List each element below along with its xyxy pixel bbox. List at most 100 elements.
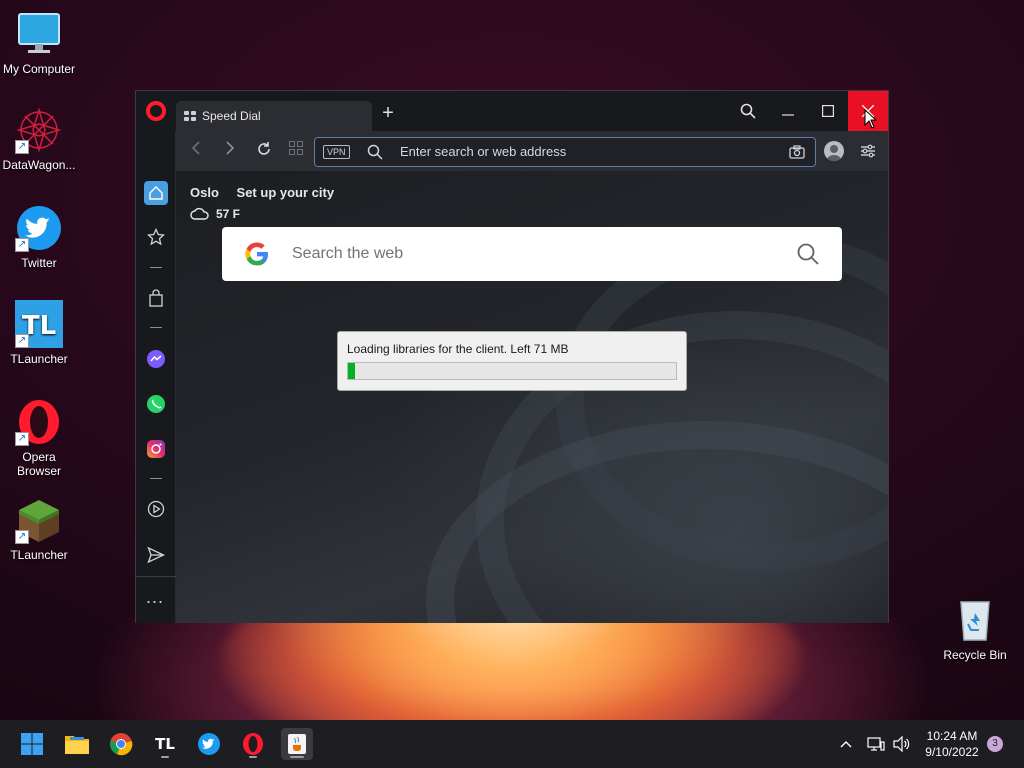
show-hidden-icons-button[interactable] xyxy=(832,728,860,760)
new-tab-button[interactable]: + xyxy=(378,103,398,123)
desktop-icon-tlauncher[interactable]: TL ↗ TLauncher xyxy=(0,300,78,366)
sidebar-item-player[interactable] xyxy=(144,497,168,521)
sidebar-item-home[interactable] xyxy=(144,181,168,205)
speed-dial-page: Oslo Set up your city 57 F Search the we… xyxy=(176,171,888,623)
sidebar-divider xyxy=(150,478,162,479)
tlauncher-icon: TL ↗ xyxy=(15,300,63,348)
network-icon xyxy=(867,737,885,751)
sidebar-divider xyxy=(150,267,162,268)
sidebar-item-send[interactable] xyxy=(144,543,168,567)
tab-speed-dial[interactable]: Speed Dial xyxy=(176,101,372,131)
setup-city-link[interactable]: Set up your city xyxy=(237,185,335,200)
notification-badge[interactable]: 3 xyxy=(987,736,1003,752)
taskbar-tlauncher[interactable]: TL xyxy=(149,728,181,760)
taskbar: TL 10:24 AM 9/10/2022 3 xyxy=(0,720,1024,768)
temperature: 57 F xyxy=(216,207,241,221)
easy-setup-button[interactable] xyxy=(858,141,878,161)
desktop-icon-twitter[interactable]: ↗ Twitter xyxy=(0,204,78,270)
opera-icon: ↗ xyxy=(15,398,63,446)
search-icon xyxy=(367,144,383,160)
tiles-button[interactable] xyxy=(286,141,306,161)
city-name[interactable]: Oslo xyxy=(190,185,219,200)
mouse-cursor-icon xyxy=(864,109,878,129)
datawagon-icon: ↗ xyxy=(15,106,63,154)
running-indicator xyxy=(249,756,257,758)
search-icon xyxy=(740,103,756,119)
opera-logo-icon[interactable] xyxy=(146,101,166,121)
messenger-icon xyxy=(147,350,165,368)
sidebar-item-whatsapp[interactable] xyxy=(144,392,168,416)
tab-title: Speed Dial xyxy=(202,109,261,123)
recycle-bin-icon xyxy=(951,596,999,644)
network-button[interactable] xyxy=(862,728,890,760)
minimize-button[interactable] xyxy=(768,91,808,131)
maximize-button[interactable] xyxy=(808,91,848,131)
desktop-icon-tlauncher-minecraft[interactable]: ↗ TLauncher xyxy=(0,496,78,562)
start-button[interactable] xyxy=(16,728,48,760)
address-input[interactable]: Enter search or web address xyxy=(400,138,566,166)
google-logo-icon xyxy=(245,242,268,266)
maximize-icon xyxy=(822,105,835,118)
star-icon xyxy=(147,228,165,246)
forward-button[interactable] xyxy=(220,141,240,161)
weather-widget: 57 F xyxy=(190,207,240,221)
sidebar-item-bookmarks[interactable] xyxy=(144,225,168,249)
speaker-icon xyxy=(893,736,910,752)
chevron-right-icon xyxy=(226,141,235,155)
home-icon xyxy=(149,186,163,200)
chrome-icon xyxy=(110,733,133,756)
loading-dialog: Loading libraries for the client. Left 7… xyxy=(337,331,687,391)
sidebar-more-button[interactable]: ... xyxy=(146,587,164,608)
search-icon[interactable] xyxy=(796,242,820,266)
taskbar-twitter[interactable] xyxy=(193,728,225,760)
desktop-icon-opera[interactable]: ↗ Opera Browser xyxy=(0,398,78,478)
java-cup-icon xyxy=(288,734,306,754)
settings-sliders-icon xyxy=(861,144,875,158)
desktop-icon-recycle-bin[interactable]: Recycle Bin xyxy=(936,596,1014,662)
sidebar-item-shopping[interactable] xyxy=(144,286,168,310)
running-indicator xyxy=(290,756,304,758)
clock-date: 9/10/2022 xyxy=(925,745,979,759)
address-bar[interactable]: VPN Enter search or web address xyxy=(314,137,816,167)
google-search-input[interactable]: Search the web xyxy=(292,227,403,281)
chevron-left-icon xyxy=(191,141,200,155)
taskbar-file-explorer[interactable] xyxy=(61,728,93,760)
tlauncher-icon: TL xyxy=(155,735,175,753)
sidebar-item-instagram[interactable] xyxy=(144,437,168,461)
monitor-icon xyxy=(15,10,63,58)
desktop-icon-label: My Computer xyxy=(2,62,76,76)
instagram-icon xyxy=(147,440,165,458)
desktop-icon-datawagon[interactable]: ↗ DataWagon... xyxy=(0,106,78,172)
minecraft-grass-block-icon: ↗ xyxy=(15,496,63,544)
twitter-icon xyxy=(198,733,220,755)
clock-time: 10:24 AM xyxy=(926,729,978,743)
desktop-icon-my-computer[interactable]: My Computer xyxy=(0,10,78,76)
google-search-box[interactable]: Search the web xyxy=(222,227,842,281)
reload-button[interactable] xyxy=(254,141,274,161)
desktop-icon-label: DataWagon... xyxy=(2,158,76,172)
volume-button[interactable] xyxy=(888,728,916,760)
back-button[interactable] xyxy=(186,141,206,161)
desktop-icon-label: TLauncher xyxy=(10,352,68,366)
sidebar-item-messenger[interactable] xyxy=(144,347,168,371)
sidebar-divider xyxy=(136,576,176,577)
progress-bar xyxy=(347,362,677,380)
taskbar-chrome[interactable] xyxy=(105,728,137,760)
shortcut-arrow-icon: ↗ xyxy=(15,334,29,348)
vpn-badge[interactable]: VPN xyxy=(323,145,350,159)
folder-icon xyxy=(65,736,89,754)
shortcut-arrow-icon: ↗ xyxy=(15,238,29,252)
speed-dial-grid-icon xyxy=(184,111,196,121)
desktop-icon-label: Twitter xyxy=(21,256,57,270)
camera-icon[interactable] xyxy=(789,144,805,160)
clock[interactable]: 10:24 AM 9/10/2022 xyxy=(920,728,984,760)
play-circle-icon xyxy=(147,500,165,518)
profile-avatar[interactable] xyxy=(824,141,844,161)
search-tabs-button[interactable] xyxy=(728,91,768,131)
taskbar-java[interactable] xyxy=(281,728,313,760)
desktop-icon-label: TLauncher xyxy=(10,548,68,562)
taskbar-opera[interactable] xyxy=(237,728,269,760)
running-indicator xyxy=(161,756,169,758)
shopping-bag-icon xyxy=(149,289,163,307)
send-icon xyxy=(147,546,165,564)
